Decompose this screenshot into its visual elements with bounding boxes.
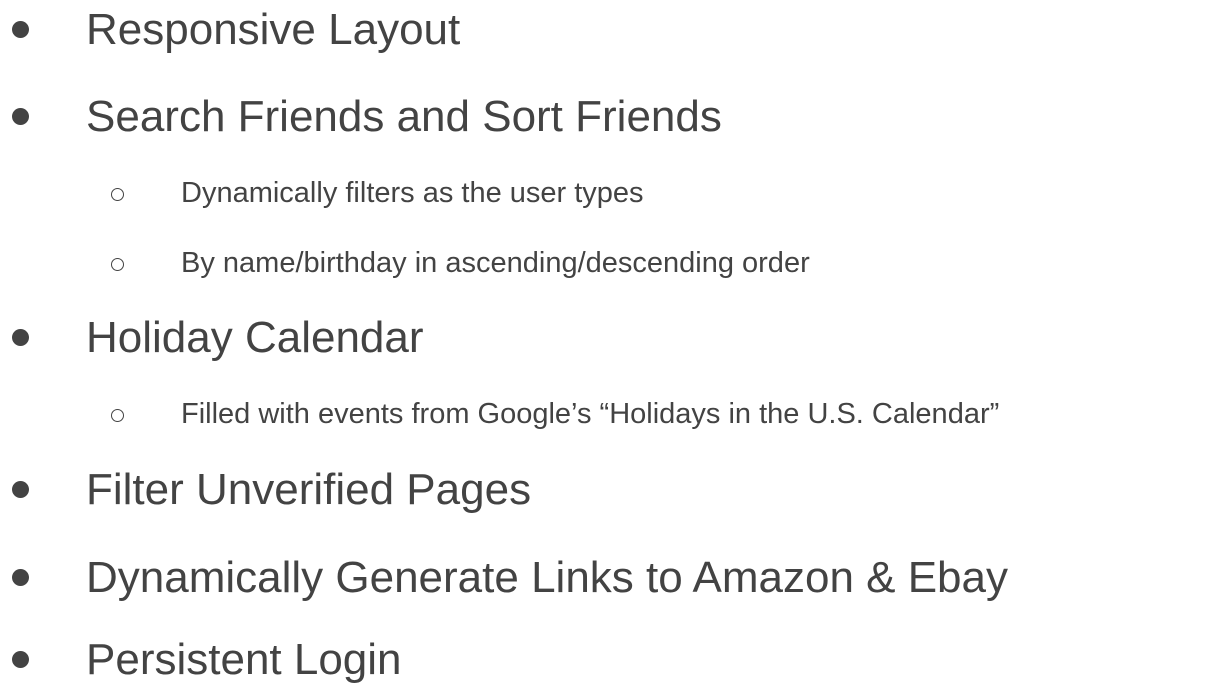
filled-bullet-icon	[12, 569, 29, 586]
filled-bullet-icon	[12, 108, 29, 125]
list-item-text: Persistent Login	[86, 635, 402, 684]
sub-list-item-text: Filled with events from Google’s “Holida…	[181, 398, 1000, 430]
filled-bullet-icon	[12, 481, 29, 498]
sub-list-item-text: Dynamically filters as the user types	[181, 177, 644, 209]
filled-bullet-icon	[12, 651, 29, 668]
list-item-text: Dynamically Generate Links to Amazon & E…	[86, 553, 1009, 602]
hollow-bullet-icon	[111, 258, 124, 271]
filled-bullet-icon	[12, 329, 29, 346]
hollow-bullet-icon	[111, 188, 124, 201]
list-item-text: Responsive Layout	[86, 5, 461, 54]
list-item-text: Holiday Calendar	[86, 313, 424, 362]
hollow-bullet-icon	[111, 409, 124, 422]
filled-bullet-icon	[12, 21, 29, 38]
sub-list-item-text: By name/birthday in ascending/descending…	[181, 247, 810, 279]
list-item-text: Filter Unverified Pages	[86, 465, 532, 514]
list-item-text: Search Friends and Sort Friends	[86, 92, 722, 141]
